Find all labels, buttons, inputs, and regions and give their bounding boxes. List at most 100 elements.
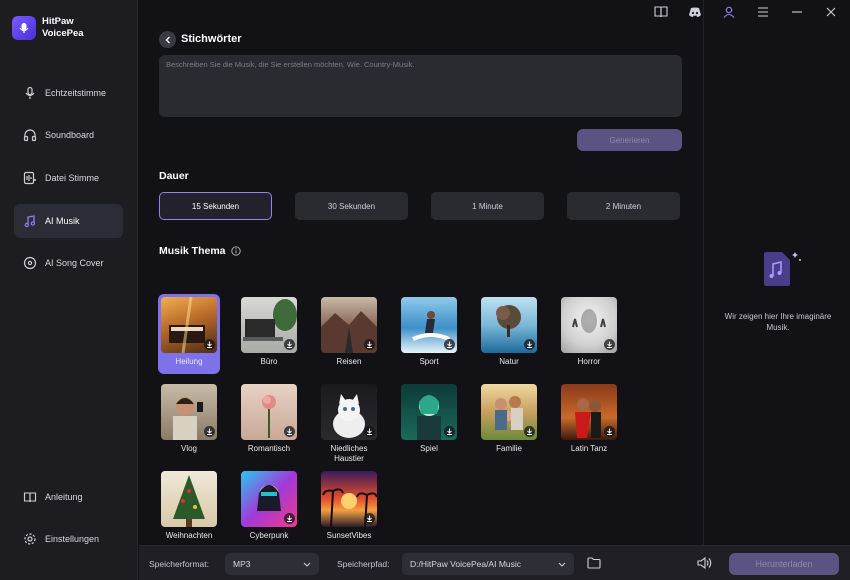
music-file-icon (762, 250, 802, 293)
theme-label: Weihnachten (165, 531, 213, 540)
theme-label: Romantisch (247, 444, 291, 453)
theme-label: Horror (577, 357, 601, 366)
headphones-icon (23, 128, 37, 142)
theme-label: Natur (499, 357, 519, 366)
window-toolbar (654, 0, 850, 24)
path-value: D:/HitPaw VoicePea/AI Music (410, 559, 522, 569)
path-label: Speicherpfad: (337, 559, 390, 569)
download-icon[interactable] (444, 339, 455, 350)
sidebar-item-anleitung[interactable]: Anleitung (14, 480, 123, 514)
sidebar-item-echtzeitstimme[interactable]: Echtzeitstimme (14, 76, 123, 110)
theme-label: Vlog (180, 444, 197, 453)
theme-card-horror[interactable]: Horror (558, 294, 620, 374)
theme-label: SunsetVibes (326, 531, 372, 540)
close-icon[interactable] (824, 5, 838, 19)
theme-card-cyberpunk[interactable]: Cyberpunk (238, 468, 300, 548)
theme-card-sunsetvibes[interactable]: SunsetVibes (318, 468, 380, 548)
theme-card-latin-tanz[interactable]: Latin Tanz (558, 381, 620, 461)
theme-label: Spiel (420, 444, 438, 453)
theme-label: Reisen (336, 357, 362, 366)
download-icon[interactable] (524, 339, 535, 350)
theme-label: Niedliches Haustier (330, 444, 368, 463)
format-select[interactable]: MP3 (225, 553, 319, 575)
discord-icon[interactable] (688, 5, 702, 19)
path-select[interactable]: D:/HitPaw VoicePea/AI Music (402, 553, 574, 575)
download-icon[interactable] (364, 513, 375, 524)
logo-icon (12, 16, 36, 40)
format-value: MP3 (233, 559, 251, 569)
theme-label: Sport (419, 357, 439, 366)
theme-card-heilung[interactable]: Heilung (158, 294, 220, 374)
sidebar-item-label: AI Song Cover (45, 258, 104, 268)
empty-state-text: Wir zeigen hier Ihre imaginäre Musik. (724, 312, 832, 332)
sidebar-item-label: Anleitung (45, 492, 83, 502)
sidebar-item-label: Echtzeitstimme (45, 88, 107, 98)
theme-card-familie[interactable]: Familie (478, 381, 540, 461)
app-name-line1: HitPaw (42, 16, 74, 27)
sidebar-item-label: AI Musik (45, 216, 80, 226)
download-icon[interactable] (284, 339, 295, 350)
sidebar-item-einstellungen[interactable]: Einstellungen (14, 522, 123, 556)
format-label: Speicherformat: (149, 559, 209, 569)
download-icon[interactable] (364, 339, 375, 350)
download-icon[interactable] (204, 339, 215, 350)
sidebar-item-soundboard[interactable]: Soundboard (14, 118, 123, 152)
main-content: Stichwörter Beschreiben Sie die Musik, d… (139, 0, 703, 545)
duration-option-30s[interactable]: 30 Sekunden (295, 192, 408, 220)
app-logo: HitPaw VoicePea (12, 16, 84, 40)
download-icon[interactable] (524, 426, 535, 437)
chevron-down-icon (303, 562, 311, 567)
preview-panel: Wir zeigen hier Ihre imaginäre Musik. (703, 0, 850, 545)
prompt-placeholder: Beschreiben Sie die Musik, die Sie erste… (166, 60, 415, 69)
sidebar-item-datei-stimme[interactable]: Datei Stimme (14, 161, 123, 195)
theme-title: Musik Thema (159, 245, 226, 257)
microphone-icon (23, 86, 37, 100)
book-icon (23, 490, 37, 504)
download-icon[interactable] (604, 426, 615, 437)
sidebar-item-ai-musik[interactable]: AI Musik (14, 204, 123, 238)
generate-button[interactable]: Generieren (577, 129, 682, 151)
theme-card-sport[interactable]: Sport (398, 294, 460, 374)
theme-card-reisen[interactable]: Reisen (318, 294, 380, 374)
volume-icon[interactable] (697, 556, 712, 572)
sidebar: HitPaw VoicePea Echtzeitstimme Soundboar… (0, 0, 138, 580)
download-icon[interactable] (284, 513, 295, 524)
theme-card-romantisch[interactable]: Romantisch (238, 381, 300, 461)
prompt-textarea[interactable]: Beschreiben Sie die Musik, die Sie erste… (159, 55, 682, 117)
duration-option-1min[interactable]: 1 Minute (431, 192, 544, 220)
music-note-icon (23, 214, 37, 228)
download-button[interactable]: Herunterladen (729, 553, 839, 575)
file-voice-icon (23, 171, 37, 185)
minimize-icon[interactable] (790, 5, 804, 19)
duration-option-15s[interactable]: 15 Sekunden (159, 192, 272, 220)
info-icon[interactable] (230, 246, 241, 256)
download-icon[interactable] (284, 426, 295, 437)
folder-icon[interactable] (587, 557, 601, 572)
download-icon[interactable] (364, 426, 375, 437)
theme-card-vlog[interactable]: Vlog (158, 381, 220, 461)
theme-card-niedliches-haustier[interactable]: Niedliches Haustier (318, 381, 380, 463)
download-icon[interactable] (604, 339, 615, 350)
theme-section-title: Musik Thema (159, 245, 241, 257)
duration-option-2min[interactable]: 2 Minuten (567, 192, 680, 220)
download-icon[interactable] (444, 426, 455, 437)
download-icon[interactable] (204, 426, 215, 437)
sidebar-item-label: Datei Stimme (45, 173, 100, 183)
app-name-line2: VoicePea (42, 28, 84, 39)
duration-title: Dauer (159, 170, 189, 182)
disc-icon (23, 256, 37, 270)
theme-card-spiel[interactable]: Spiel (398, 381, 460, 461)
theme-card-buero[interactable]: Büro (238, 294, 300, 374)
menu-icon[interactable] (756, 5, 770, 19)
back-button[interactable] (159, 31, 176, 48)
theme-label: Heilung (175, 357, 203, 366)
chevron-left-icon (165, 36, 170, 43)
sidebar-item-ai-song-cover[interactable]: AI Song Cover (14, 246, 123, 280)
theme-thumbnail (161, 471, 217, 527)
theme-card-natur[interactable]: Natur (478, 294, 540, 374)
book-icon[interactable] (654, 5, 668, 19)
gear-icon (23, 532, 37, 546)
user-icon[interactable] (722, 5, 736, 19)
theme-label: Cyberpunk (249, 531, 289, 540)
theme-card-weihnachten[interactable]: Weihnachten (158, 468, 220, 548)
